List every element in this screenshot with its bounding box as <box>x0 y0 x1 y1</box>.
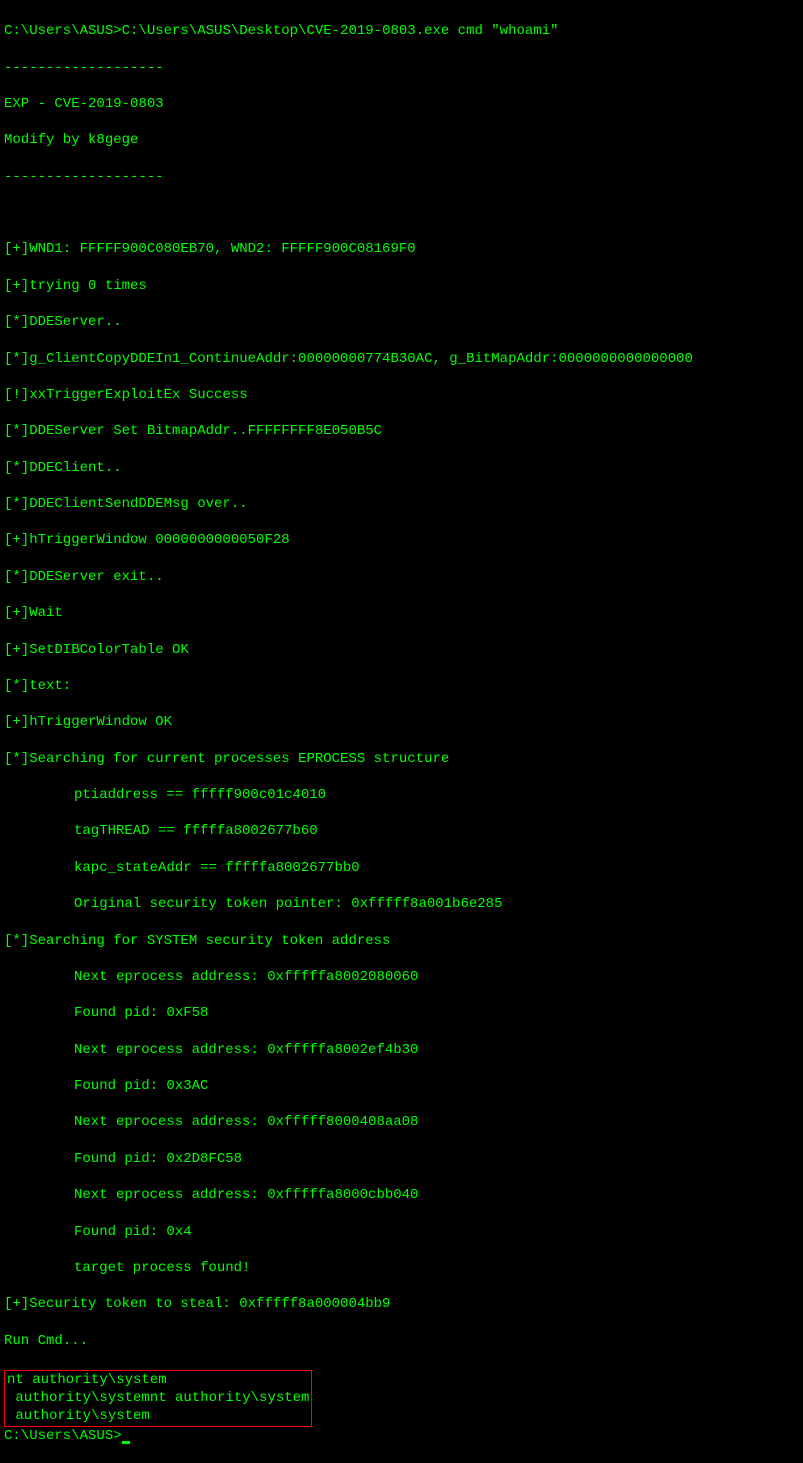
output-line: [*]DDEClientSendDDEMsg over.. <box>4 495 799 513</box>
output-line: [+]SetDIBColorTable OK <box>4 641 799 659</box>
indented-line: kapc_stateAddr == fffffa8002677bb0 <box>4 859 799 877</box>
indented-line: Found pid: 0x4 <box>4 1223 799 1241</box>
result-line: nt authority\system <box>7 1371 309 1389</box>
output-line: [+]hTriggerWindow 0000000000050F28 <box>4 531 799 549</box>
indented-line: Found pid: 0x3AC <box>4 1077 799 1095</box>
output-line: [!]xxTriggerExploitEx Success <box>4 386 799 404</box>
indented-line: Next eprocess address: 0xfffff8000408aa0… <box>4 1113 799 1131</box>
separator: ------------------- <box>4 168 799 186</box>
separator: ------------------- <box>4 59 799 77</box>
result-highlight-box: nt authority\system authority\systemnt a… <box>4 1370 312 1427</box>
command-line: C:\Users\ASUS>C:\Users\ASUS\Desktop\CVE-… <box>4 22 799 40</box>
indented-line: Next eprocess address: 0xfffffa800208006… <box>4 968 799 986</box>
indented-line: Next eprocess address: 0xfffffa8000cbb04… <box>4 1186 799 1204</box>
prompt-path: C:\Users\ASUS> <box>4 23 122 39</box>
indented-line: Next eprocess address: 0xfffffa8002ef4b3… <box>4 1041 799 1059</box>
output-line: [*]DDEServer exit.. <box>4 568 799 586</box>
prompt-path: C:\Users\ASUS> <box>4 1428 122 1444</box>
indented-line: target process found! <box>4 1259 799 1277</box>
indented-line: Original security token pointer: 0xfffff… <box>4 895 799 913</box>
indented-line: ptiaddress == fffff900c01c4010 <box>4 786 799 804</box>
indented-line: tagTHREAD == fffffa8002677b60 <box>4 822 799 840</box>
output-line: [*]g_ClientCopyDDEIn1_ContinueAddr:00000… <box>4 350 799 368</box>
output-line: [+]Wait <box>4 604 799 622</box>
result-line: authority\system <box>7 1407 309 1425</box>
output-line: [+]WND1: FFFFF900C080EB70, WND2: FFFFF90… <box>4 240 799 258</box>
banner-author: Modify by k8gege <box>4 131 799 149</box>
command-text: C:\Users\ASUS\Desktop\CVE-2019-0803.exe … <box>122 23 559 39</box>
prompt-line[interactable]: C:\Users\ASUS> <box>4 1427 799 1445</box>
output-line: [+]Security token to steal: 0xfffff8a000… <box>4 1295 799 1313</box>
cursor <box>122 1441 130 1444</box>
blank-line <box>4 204 799 222</box>
output-line: [*]text: <box>4 677 799 695</box>
indented-line: Found pid: 0x2D8FC58 <box>4 1150 799 1168</box>
output-line: Run Cmd... <box>4 1332 799 1350</box>
output-line: [+]trying 0 times <box>4 277 799 295</box>
output-line: [*]DDEServer.. <box>4 313 799 331</box>
banner-title: EXP - CVE-2019-0803 <box>4 95 799 113</box>
indented-line: Found pid: 0xF58 <box>4 1004 799 1022</box>
output-line: [*]Searching for SYSTEM security token a… <box>4 932 799 950</box>
output-line: [+]hTriggerWindow OK <box>4 713 799 731</box>
output-line: [*]DDEServer Set BitmapAddr..FFFFFFFF8E0… <box>4 422 799 440</box>
result-line: authority\systemnt authority\system <box>7 1389 309 1407</box>
terminal-window[interactable]: C:\Users\ASUS>C:\Users\ASUS\Desktop\CVE-… <box>4 4 799 1463</box>
output-line: [*]DDEClient.. <box>4 459 799 477</box>
